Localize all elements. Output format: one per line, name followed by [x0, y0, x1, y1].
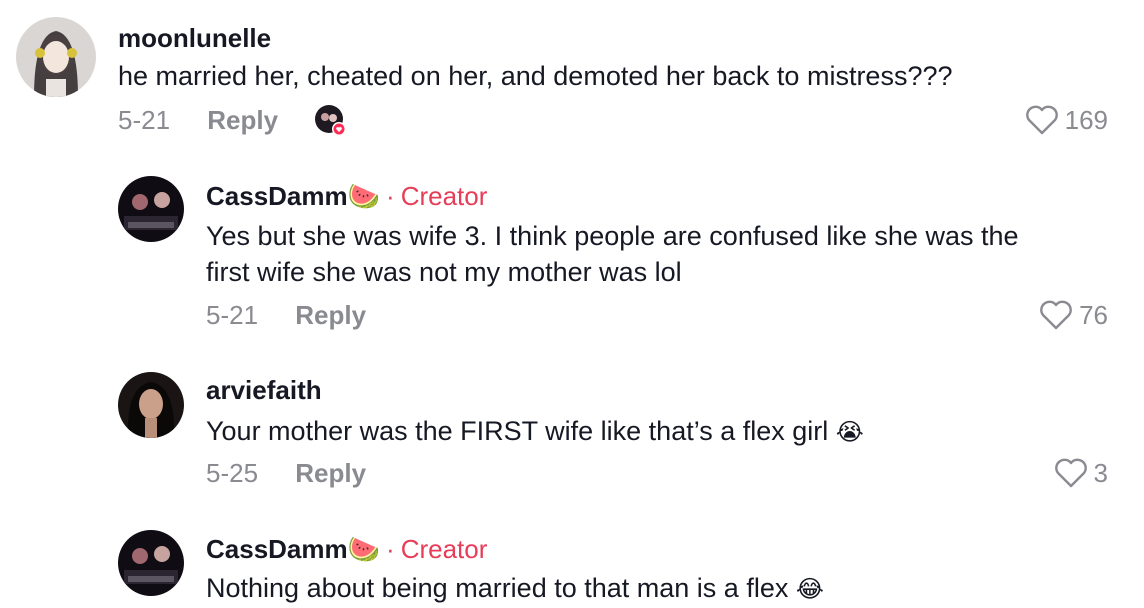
like-count: 3	[1093, 458, 1108, 488]
reply-button[interactable]: Reply	[207, 104, 278, 136]
badge-separator: ·	[386, 181, 395, 211]
badge-separator: ·	[386, 534, 395, 564]
creator-label: Creator	[400, 181, 488, 211]
username[interactable]: moonlunelle	[118, 22, 271, 54]
reply-button[interactable]: Reply	[295, 457, 366, 489]
comment-date: 5-21	[206, 300, 259, 330]
comment-text-body: Nothing about being married to that man …	[206, 573, 789, 603]
comment-text: Nothing about being married to that man …	[206, 570, 824, 608]
username[interactable]: CassDamm🍉 · Creator	[206, 180, 487, 212]
avatar[interactable]	[16, 17, 96, 97]
comment-text: Your mother was the FIRST wife like that…	[206, 413, 864, 451]
avatar[interactable]	[118, 530, 184, 596]
watermelon-icon: 🍉	[347, 181, 381, 211]
comment-meta: 5-25 Reply	[206, 457, 366, 489]
username-text: CassDamm	[206, 181, 348, 211]
heart-outline-icon	[1054, 458, 1087, 488]
watermelon-icon: 🍉	[347, 534, 381, 564]
username[interactable]: arviefaith	[206, 374, 322, 406]
laughing-face-icon: 😂	[795, 576, 824, 603]
comment-date: 5-21	[118, 105, 171, 135]
creator-badge: · Creator	[386, 181, 487, 211]
comment-meta: 5-21 Reply	[206, 299, 366, 331]
creator-liked-badge-icon	[314, 104, 346, 136]
creator-badge: · Creator	[386, 534, 487, 564]
comment-thread: moonlunelle he married her, cheated on h…	[0, 0, 1144, 608]
comment-meta: 5-21 Reply	[118, 104, 278, 136]
heart-outline-icon	[1025, 105, 1058, 135]
comment-text-line-2: first wife she was not my mother was lol	[206, 257, 682, 287]
heart-outline-icon	[1040, 300, 1072, 330]
creator-label: Creator	[400, 534, 488, 564]
avatar[interactable]	[118, 372, 184, 438]
comment-text: he married her, cheated on her, and demo…	[118, 61, 953, 91]
crying-face-icon: 😭	[835, 419, 864, 446]
username-text: CassDamm	[206, 534, 348, 564]
username[interactable]: CassDamm🍉 · Creator	[206, 533, 487, 565]
like-button[interactable]: 3	[1054, 457, 1108, 489]
comment-text-line-1: Yes but she was wife 3. I think people a…	[206, 221, 1019, 251]
like-button[interactable]: 76	[1039, 299, 1108, 331]
reply-button[interactable]: Reply	[295, 299, 366, 331]
avatar[interactable]	[118, 176, 184, 242]
comment-date: 5-25	[206, 458, 259, 488]
like-button[interactable]: 169	[1025, 104, 1108, 136]
like-count: 169	[1064, 105, 1108, 135]
like-count: 76	[1079, 300, 1108, 330]
comment-text-body: Your mother was the FIRST wife like that…	[206, 416, 829, 446]
